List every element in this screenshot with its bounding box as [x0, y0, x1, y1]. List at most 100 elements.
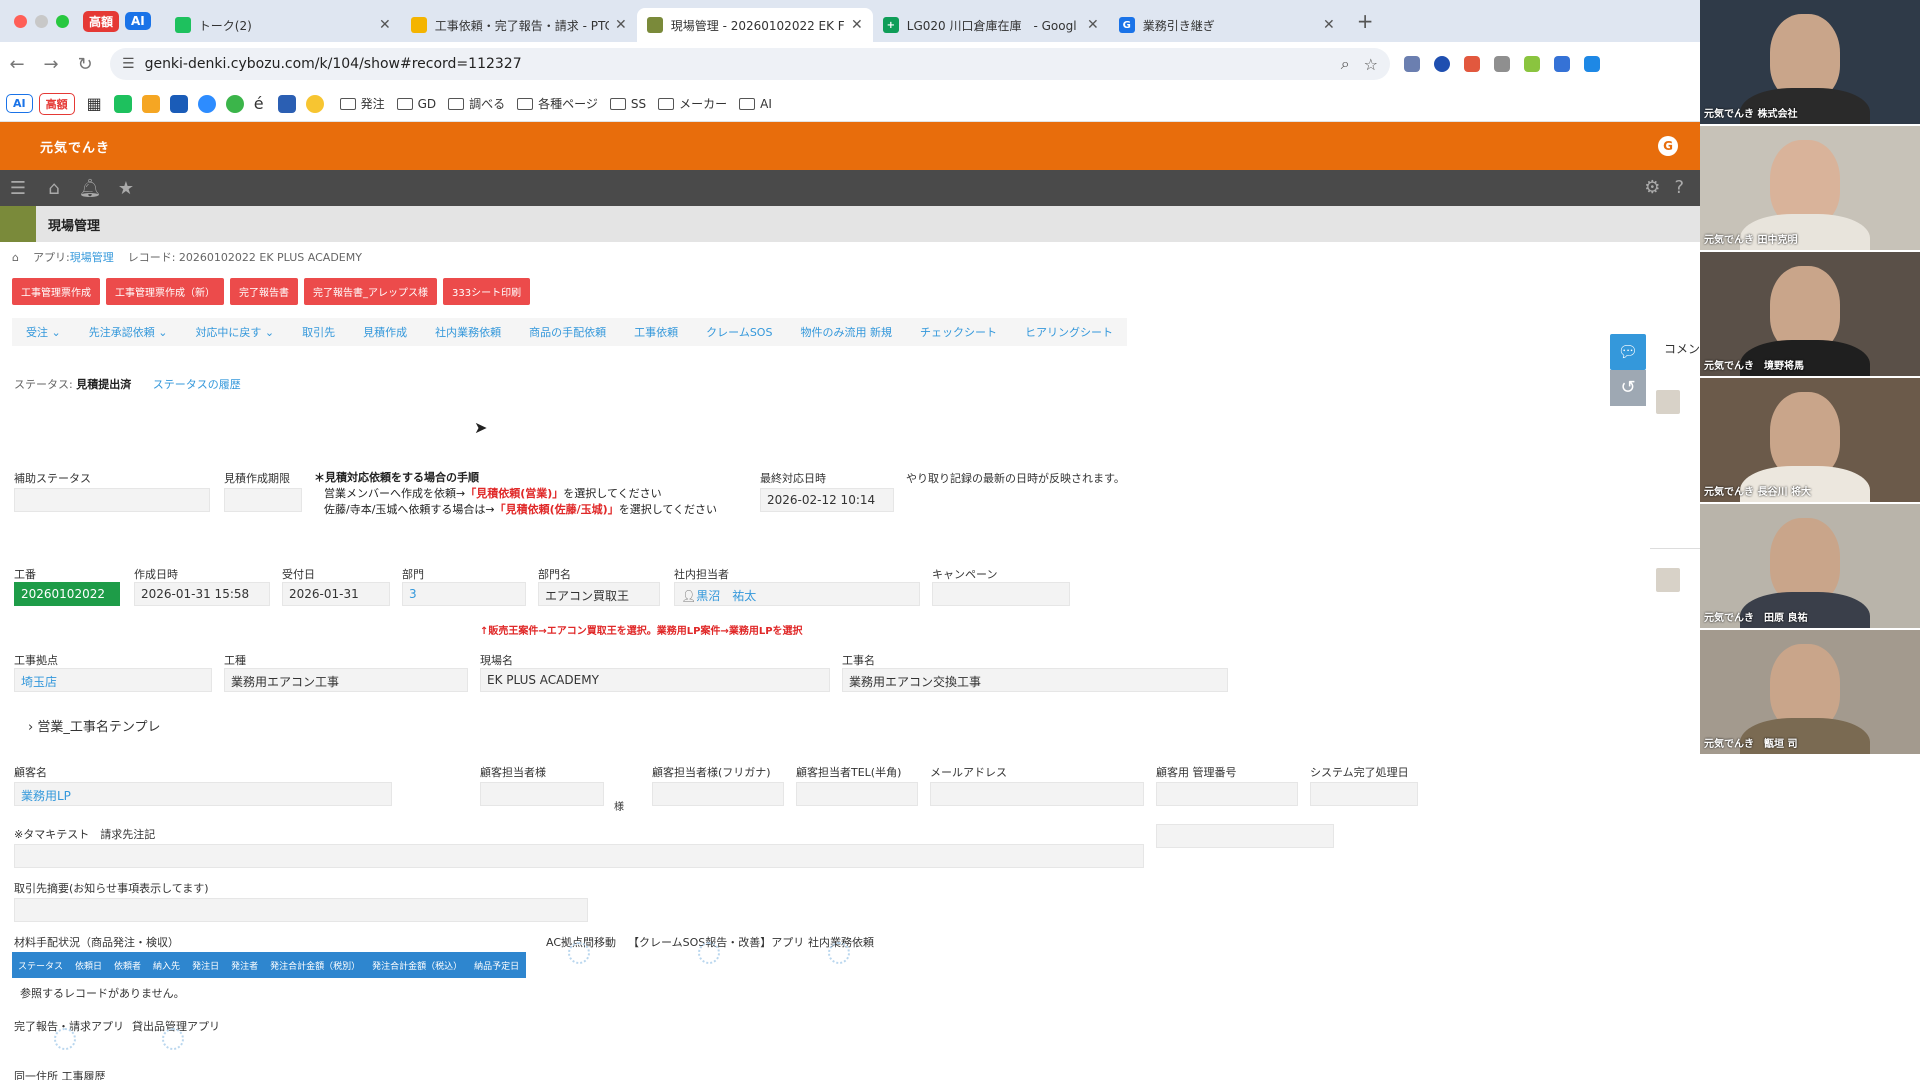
new-tab-button[interactable]: + [1357, 9, 1374, 33]
bookmark-folder[interactable]: 発注 [339, 95, 385, 112]
close-tab-icon[interactable]: ✕ [1087, 17, 1099, 33]
forward-icon[interactable]: → [34, 54, 68, 75]
completion-report-alleps-button[interactable]: 完了報告書_アレップス様 [304, 278, 437, 305]
action-reuse-new[interactable]: 物件のみ流用 新規 [786, 324, 906, 340]
tab-work-request[interactable]: 工事依頼・完了報告・請求 - PTC ✕ [401, 8, 637, 42]
participant-tile[interactable]: 元気でんき 甑垣 司 [1700, 630, 1920, 754]
bookmark-icon[interactable]: é [254, 94, 264, 113]
extension-icon[interactable] [1554, 56, 1570, 72]
participant-tile[interactable]: 元気でんき 長谷川 将大 [1700, 378, 1920, 502]
close-tab-icon[interactable]: ✕ [615, 17, 627, 33]
create-work-sheet-button[interactable]: 工事管理票作成 [12, 278, 100, 305]
comment-button[interactable]: 💬︎ [1610, 334, 1646, 370]
maximize-window-button[interactable] [56, 14, 69, 28]
bookmark-ai-group[interactable]: AI [6, 94, 33, 113]
company-logo[interactable]: 元気でんき [40, 137, 110, 156]
bookmark-icon[interactable] [197, 94, 216, 113]
menu-icon[interactable]: ☰ [0, 178, 36, 199]
bookmark-star-icon[interactable]: ☆ [1364, 55, 1378, 74]
breadcrumb-record: レコード: 20260102022 EK PLUS ACADEMY [127, 251, 362, 264]
template-section-toggle[interactable]: › 営業_工事名テンプレ [28, 716, 160, 735]
action-check-sheet[interactable]: チェックシート [906, 324, 1011, 340]
gear-icon[interactable]: ⚙ [1644, 177, 1660, 198]
bookmark-icon[interactable] [169, 94, 188, 113]
site-settings-icon[interactable]: ☰ [122, 56, 135, 72]
field-label: 補助ステータス [14, 472, 91, 485]
bookmark-folder-label: 各種ページ [538, 97, 598, 111]
extension-icon[interactable] [1494, 56, 1510, 72]
bookmark-folder[interactable]: AI [739, 97, 772, 111]
action-approval[interactable]: 先注承認依頼 ⌄ [75, 324, 182, 340]
participant-tile[interactable]: 元気でんき 株式会社 [1700, 0, 1920, 124]
bell-icon[interactable]: 🔔︎ [72, 178, 108, 199]
zoom-icon[interactable]: ⌕ [1341, 54, 1350, 74]
staff-field[interactable]: 👤︎黒沼 祐太 [674, 582, 920, 606]
customer-field[interactable]: 業務用LP [14, 782, 392, 806]
action-revert[interactable]: 対応中に戻す ⌄ [181, 324, 288, 340]
base-field[interactable]: 埼玉店 [14, 668, 212, 692]
extension-icon[interactable] [1434, 56, 1450, 72]
reload-icon[interactable]: ↻ [68, 54, 102, 75]
tab-talk[interactable]: トーク(2) ✕ [165, 8, 401, 42]
tab-warehouse-stock[interactable]: + LG020 川口倉庫在庫 - Googl ✕ [873, 8, 1109, 42]
home-icon[interactable]: ⌂ [12, 251, 19, 264]
bookmark-folder[interactable]: SS [609, 97, 646, 111]
close-tab-icon[interactable]: ✕ [851, 17, 863, 33]
participant-tile[interactable]: 元気でんき 田中克明 [1700, 126, 1920, 250]
bookmark-icon[interactable] [305, 94, 324, 113]
bookmark-icon[interactable] [277, 94, 296, 113]
status-history-link[interactable]: ステータスの履歴 [153, 378, 241, 391]
minimize-window-button[interactable] [35, 14, 48, 28]
bookmark-folder[interactable]: GD [396, 97, 436, 111]
action-order[interactable]: 受注 ⌄ [12, 324, 75, 340]
field-label: 作成日時 [134, 568, 178, 581]
status-line: ステータス: 見積提出済 ステータスの履歴 [14, 376, 241, 392]
bookmark-folder[interactable]: メーカー [658, 95, 727, 112]
action-work-request[interactable]: 工事依頼 [620, 324, 692, 340]
history-button[interactable]: ↺ [1610, 370, 1646, 406]
bookmark-icon[interactable] [141, 94, 160, 113]
action-estimate[interactable]: 見積作成 [349, 324, 421, 340]
breadcrumb-app-link[interactable]: 現場管理 [70, 251, 114, 264]
close-tab-icon[interactable]: ✕ [1323, 17, 1335, 33]
dept-field[interactable]: 3 [402, 582, 526, 606]
comment-avatar [1656, 568, 1680, 592]
close-window-button[interactable] [14, 14, 27, 28]
tab-group-expensive[interactable]: 高額 [83, 10, 120, 32]
home-icon[interactable]: ⌂ [36, 178, 72, 199]
back-icon[interactable]: ← [0, 54, 34, 75]
print-333-sheet-button[interactable]: 333シート印刷 [443, 278, 531, 305]
url-field[interactable]: ☰ genki-denki.cybozu.com/k/104/show#reco… [110, 48, 1390, 80]
participant-tile[interactable]: 元気でんき 境野将馬 [1700, 252, 1920, 376]
field-label: システム完了処理日 [1310, 766, 1409, 779]
app-header: 元気でんき G [0, 122, 1700, 170]
action-claim-sos[interactable]: クレームSOS [692, 324, 786, 340]
action-goods-arrangement[interactable]: 商品の手配依頼 [515, 324, 620, 340]
extension-icon[interactable] [1404, 56, 1420, 72]
create-work-sheet-new-button[interactable]: 工事管理票作成（新） [106, 278, 224, 305]
extension-icon[interactable] [1524, 56, 1540, 72]
same-address-label: 同一住所 工事履歴 [14, 1070, 106, 1080]
user-avatar[interactable]: G [1658, 136, 1678, 156]
help-icon[interactable]: ? [1674, 177, 1684, 198]
tab-handover[interactable]: G 業務引き継ぎ ✕ [1109, 8, 1345, 42]
action-internal-request[interactable]: 社内業務依頼 [421, 324, 515, 340]
bookmark-expensive-group[interactable]: 高額 [38, 92, 75, 115]
site-name-field: EK PLUS ACADEMY [480, 668, 830, 692]
apps-grid-icon[interactable]: ▦ [87, 94, 102, 113]
bookmark-folder[interactable]: 調べる [448, 95, 505, 112]
bookmark-icon[interactable] [113, 94, 132, 113]
bookmark-folder[interactable]: 各種ページ [517, 95, 598, 112]
star-icon[interactable]: ★ [108, 178, 144, 199]
bookmark-icon[interactable] [225, 94, 244, 113]
extension-icon[interactable] [1464, 56, 1480, 72]
action-hearing-sheet[interactable]: ヒアリングシート [1011, 324, 1127, 340]
field-label: 部門 [402, 568, 424, 581]
participant-tile[interactable]: 元気でんき 田原 良祐 [1700, 504, 1920, 628]
completion-report-button[interactable]: 完了報告書 [230, 278, 298, 305]
tab-site-management[interactable]: 現場管理 - 20260102022 EK F ✕ [636, 8, 873, 42]
extension-icon[interactable] [1584, 56, 1600, 72]
action-client[interactable]: 取引先 [288, 324, 349, 340]
close-tab-icon[interactable]: ✕ [379, 17, 391, 33]
tab-group-ai[interactable]: AI [125, 12, 151, 30]
